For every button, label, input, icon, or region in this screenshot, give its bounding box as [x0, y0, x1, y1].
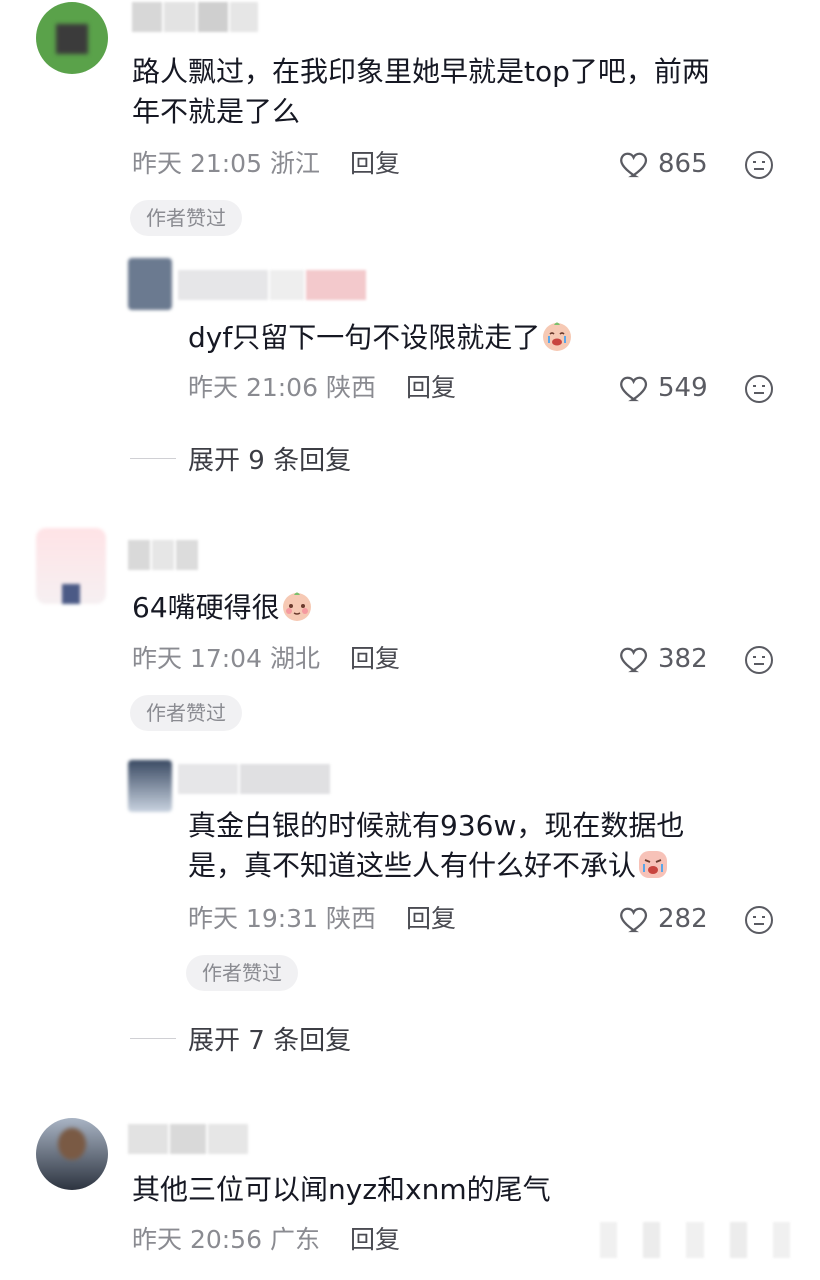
- angry-crying-emoji-icon: [639, 851, 668, 878]
- comment-text: 其他三位可以闻nyz和xnm的尾气: [132, 1173, 551, 1206]
- like-button[interactable]: 865: [618, 147, 708, 181]
- comment-line: 路人飘过，在我印象里她早就是top了吧，前两: [132, 55, 710, 88]
- like-count: 549: [658, 373, 708, 403]
- author-liked-badge: 作者赞过: [130, 200, 242, 236]
- comment-meta: 昨天 17:04 湖北: [132, 644, 320, 673]
- comment-meta: 昨天 20:56 广东: [132, 1225, 320, 1254]
- expand-replies-label: 展开 9 条回复: [188, 446, 352, 476]
- avatar[interactable]: [128, 258, 172, 310]
- reply-button[interactable]: 回复: [406, 371, 456, 405]
- like-count: 282: [658, 904, 708, 934]
- heart-icon: [620, 907, 648, 933]
- expand-replies-button[interactable]: 展开 7 条回复: [130, 1020, 351, 1057]
- avatar[interactable]: [36, 528, 106, 604]
- avatar[interactable]: [36, 1118, 108, 1190]
- expand-replies-button[interactable]: 展开 9 条回复: [130, 440, 351, 477]
- username-blurred[interactable]: [128, 540, 200, 570]
- avatar[interactable]: [36, 2, 108, 74]
- reply-button[interactable]: 回复: [406, 902, 456, 936]
- like-count: 382: [658, 644, 708, 674]
- dislike-face-icon[interactable]: [744, 374, 774, 404]
- like-count: 865: [658, 149, 708, 179]
- dislike-face-icon[interactable]: [744, 645, 774, 675]
- username-blurred[interactable]: [178, 764, 332, 794]
- heart-icon: [620, 152, 648, 178]
- comment-text: 64嘴硬得很: [132, 588, 314, 628]
- reply-meta: 昨天 21:06 陕西: [188, 373, 376, 402]
- crying-emoji-icon: [543, 322, 572, 351]
- reply-text: dyf只留下一句不设限就走了: [188, 318, 748, 358]
- dislike-face-icon[interactable]: [744, 150, 774, 180]
- username-blurred[interactable]: [132, 2, 260, 32]
- username-blurred[interactable]: [178, 270, 368, 300]
- reply-button[interactable]: 回复: [350, 642, 400, 676]
- username-blurred[interactable]: [128, 1124, 250, 1154]
- reply-line: 真金白银的时候就有936w，现在数据也: [188, 809, 685, 842]
- author-liked-badge: 作者赞过: [186, 955, 298, 991]
- comment-text: 路人飘过，在我印象里她早就是top了吧，前两 年不就是了么: [132, 52, 792, 132]
- divider: [130, 1038, 176, 1039]
- dislike-face-icon[interactable]: [744, 905, 774, 935]
- reply-text: 真金白银的时候就有936w，现在数据也 是，真不知道这些人有什么好不承认: [188, 806, 788, 886]
- heart-icon: [620, 647, 648, 673]
- comment-line: 年不就是了么: [132, 95, 301, 128]
- reply-text-content: dyf只留下一句不设限就走了: [188, 321, 541, 354]
- author-liked-badge: 作者赞过: [130, 695, 242, 731]
- heart-icon: [620, 376, 648, 402]
- reply-button[interactable]: 回复: [350, 147, 400, 181]
- avatar[interactable]: [128, 760, 172, 812]
- like-button[interactable]: 549: [618, 371, 708, 405]
- reply-button[interactable]: 回复: [350, 1223, 400, 1257]
- reply-line: 是，真不知道这些人有什么好不承认: [188, 849, 637, 882]
- like-button[interactable]: 382: [618, 642, 708, 676]
- comment-meta: 昨天 21:05 浙江: [132, 149, 320, 178]
- comment-text-content: 64嘴硬得很: [132, 591, 280, 624]
- expand-replies-label: 展开 7 条回复: [188, 1026, 352, 1056]
- divider: [130, 458, 176, 459]
- shy-emoji-icon: [282, 592, 311, 621]
- like-button[interactable]: 282: [618, 902, 708, 936]
- reply-meta: 昨天 19:31 陕西: [188, 904, 376, 933]
- blurred-action-strip: [600, 1222, 791, 1258]
